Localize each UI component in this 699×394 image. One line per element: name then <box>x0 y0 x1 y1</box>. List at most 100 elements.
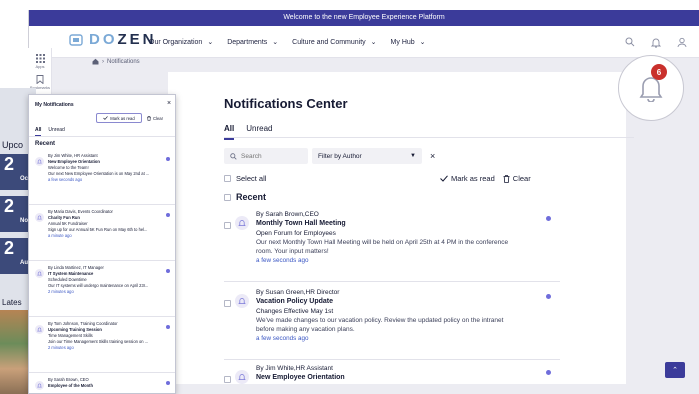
bell-icon <box>235 216 249 230</box>
popup-notification-item[interactable]: By Tom Johnson, Training Coordinator Upc… <box>29 321 175 373</box>
search-icon[interactable] <box>623 35 637 49</box>
search-input[interactable] <box>241 152 301 160</box>
chevron-down-icon: ⌄ <box>207 39 214 46</box>
event-month: Oc <box>20 176 29 182</box>
bookmark-icon <box>36 75 44 84</box>
popup-notification-item[interactable]: By Jim White, HR Assistant New Employee … <box>29 153 175 205</box>
search-icon <box>230 152 237 160</box>
trash-icon <box>503 174 510 183</box>
notification-message: Our next Monthly Town Hall Meeting will … <box>256 239 509 255</box>
trash-icon <box>147 115 151 121</box>
event-month: Au <box>20 260 28 266</box>
bell-icon <box>35 269 44 278</box>
notification-title: Monthly Town Hall Meeting <box>256 220 346 227</box>
popup-notification-body: By Tom Johnson, Training Coordinator Upc… <box>48 321 166 351</box>
rail-bookmarks[interactable]: Bookmarks <box>28 69 52 90</box>
popup-notification-time: a minute ago <box>48 233 72 238</box>
popup-clear-label: Clear <box>153 115 164 121</box>
recent-checkbox[interactable] <box>224 193 231 201</box>
logo-text-light: DO <box>89 31 118 48</box>
unread-dot <box>166 269 170 273</box>
home-icon[interactable] <box>92 58 99 65</box>
event-day: 2 <box>4 196 15 216</box>
filter-label: Filter by Author <box>318 152 362 160</box>
notification-count-badge: 6 <box>651 64 667 80</box>
nav-my-hub[interactable]: My Hub ⌄ <box>390 38 426 47</box>
unread-dot <box>546 294 551 299</box>
popup-notification-body: By Jim White, HR Assistant New Employee … <box>48 153 166 183</box>
nav-label: Culture and Community <box>292 38 366 46</box>
check-icon <box>103 116 109 120</box>
select-all-checkbox[interactable] <box>224 175 231 182</box>
popup-notification-item[interactable]: By Linda Martinez, IT Manager IT System … <box>29 265 175 317</box>
popup-notification-time: a few seconds ago <box>48 177 83 182</box>
event-month: No <box>20 218 28 224</box>
unread-dot <box>166 213 170 217</box>
chevron-down-icon: ⌄ <box>419 39 426 46</box>
logo[interactable]: DOZEN <box>69 31 157 48</box>
clear-button[interactable]: Clear <box>503 174 531 183</box>
select-all[interactable]: Select all <box>224 174 266 183</box>
breadcrumb-current: Notifications <box>107 58 140 65</box>
upcoming-heading: Upco <box>2 140 24 150</box>
event-day: 2 <box>4 238 15 258</box>
notification-body: By Jim White,HR Assistant New Employee O… <box>256 364 516 383</box>
popup-notification-item[interactable]: By Maria Davis, Events Coordinator Chari… <box>29 209 175 261</box>
bell-icon[interactable] <box>649 35 663 49</box>
nav-label: My Hub <box>390 38 415 46</box>
notification-body: By Sarah Brown,CEO Monthly Town Hall Mee… <box>256 210 516 266</box>
filter-by-author-select[interactable]: Filter by Author ▼ <box>312 148 422 164</box>
notification-item[interactable]: By Susan Green,HR Director Vacation Poli… <box>224 288 560 360</box>
scroll-to-top-button[interactable]: ⌃ <box>665 362 685 378</box>
recent-label: Recent <box>236 192 267 202</box>
unread-dot <box>166 381 170 385</box>
breadcrumb: › Notifications <box>92 58 140 65</box>
rail-apps[interactable]: Apps <box>28 48 52 69</box>
mark-as-read-button[interactable]: Mark as read <box>440 174 495 183</box>
rail-label: Apps <box>35 64 45 69</box>
popup-clear-button[interactable]: Clear <box>147 113 163 123</box>
unread-dot <box>546 370 551 375</box>
popup-notification-item[interactable]: By Sarah Brown, CEO Employee of the Mont… <box>29 377 175 393</box>
mark-as-read-label: Mark as read <box>451 174 495 183</box>
nav-departments[interactable]: Departments ⌄ <box>227 38 279 47</box>
item-checkbox[interactable] <box>224 300 231 307</box>
welcome-banner: Welcome to the new Employee Experience P… <box>29 10 699 26</box>
notification-title: Vacation Policy Update <box>256 298 334 305</box>
bell-highlight[interactable] <box>618 55 684 121</box>
notification-author: By Jim White,HR Assistant <box>256 365 333 372</box>
bell-icon <box>235 294 249 308</box>
notification-title: New Employee Orientation <box>256 374 345 381</box>
popup-tab-all[interactable]: All <box>35 127 42 136</box>
popup-notification-time: 2 minutes ago <box>48 345 74 350</box>
chevron-down-icon: ⌄ <box>370 39 377 46</box>
clear-filter-icon[interactable]: × <box>430 148 442 164</box>
notification-subtitle: Changes Effective May 1st <box>256 308 334 315</box>
notification-message: We've made changes to our vacation polic… <box>256 317 504 333</box>
notification-time: a few seconds ago <box>256 335 309 342</box>
popup-divider <box>29 136 175 137</box>
item-checkbox[interactable] <box>224 222 231 229</box>
item-checkbox[interactable] <box>224 376 231 383</box>
top-nav: DOZEN Our Organization ⌄ Departments ⌄ Cul… <box>29 26 699 58</box>
nav-culture-and-community[interactable]: Culture and Community ⌄ <box>292 38 377 47</box>
nav-our-organization[interactable]: Our Organization ⌄ <box>149 38 214 47</box>
popup-mark-as-read-label: Mark as read <box>110 115 135 121</box>
latest-heading: Lates <box>2 298 22 307</box>
tabs-divider <box>224 137 634 138</box>
popup-title: My Notifications <box>35 102 74 108</box>
notification-item[interactable]: By Sarah Brown,CEO Monthly Town Hall Mee… <box>224 210 560 282</box>
search-box[interactable] <box>224 148 308 164</box>
bell-icon <box>235 370 249 384</box>
notification-item[interactable]: By Jim White,HR Assistant New Employee O… <box>224 364 560 394</box>
popup-notification-time: 2 minutes ago <box>48 289 74 294</box>
bell-icon <box>35 381 44 390</box>
chevron-down-icon: ⌄ <box>272 39 279 46</box>
popup-mark-as-read-button[interactable]: Mark as read <box>96 113 142 123</box>
popup-notification-body: By Linda Martinez, IT Manager IT System … <box>48 265 166 295</box>
bulk-actions: Mark as read Clear <box>440 174 531 183</box>
user-icon[interactable] <box>675 35 689 49</box>
popup-tab-unread[interactable]: Unread <box>48 127 64 136</box>
close-icon[interactable]: × <box>167 100 171 107</box>
unread-dot <box>166 157 170 161</box>
